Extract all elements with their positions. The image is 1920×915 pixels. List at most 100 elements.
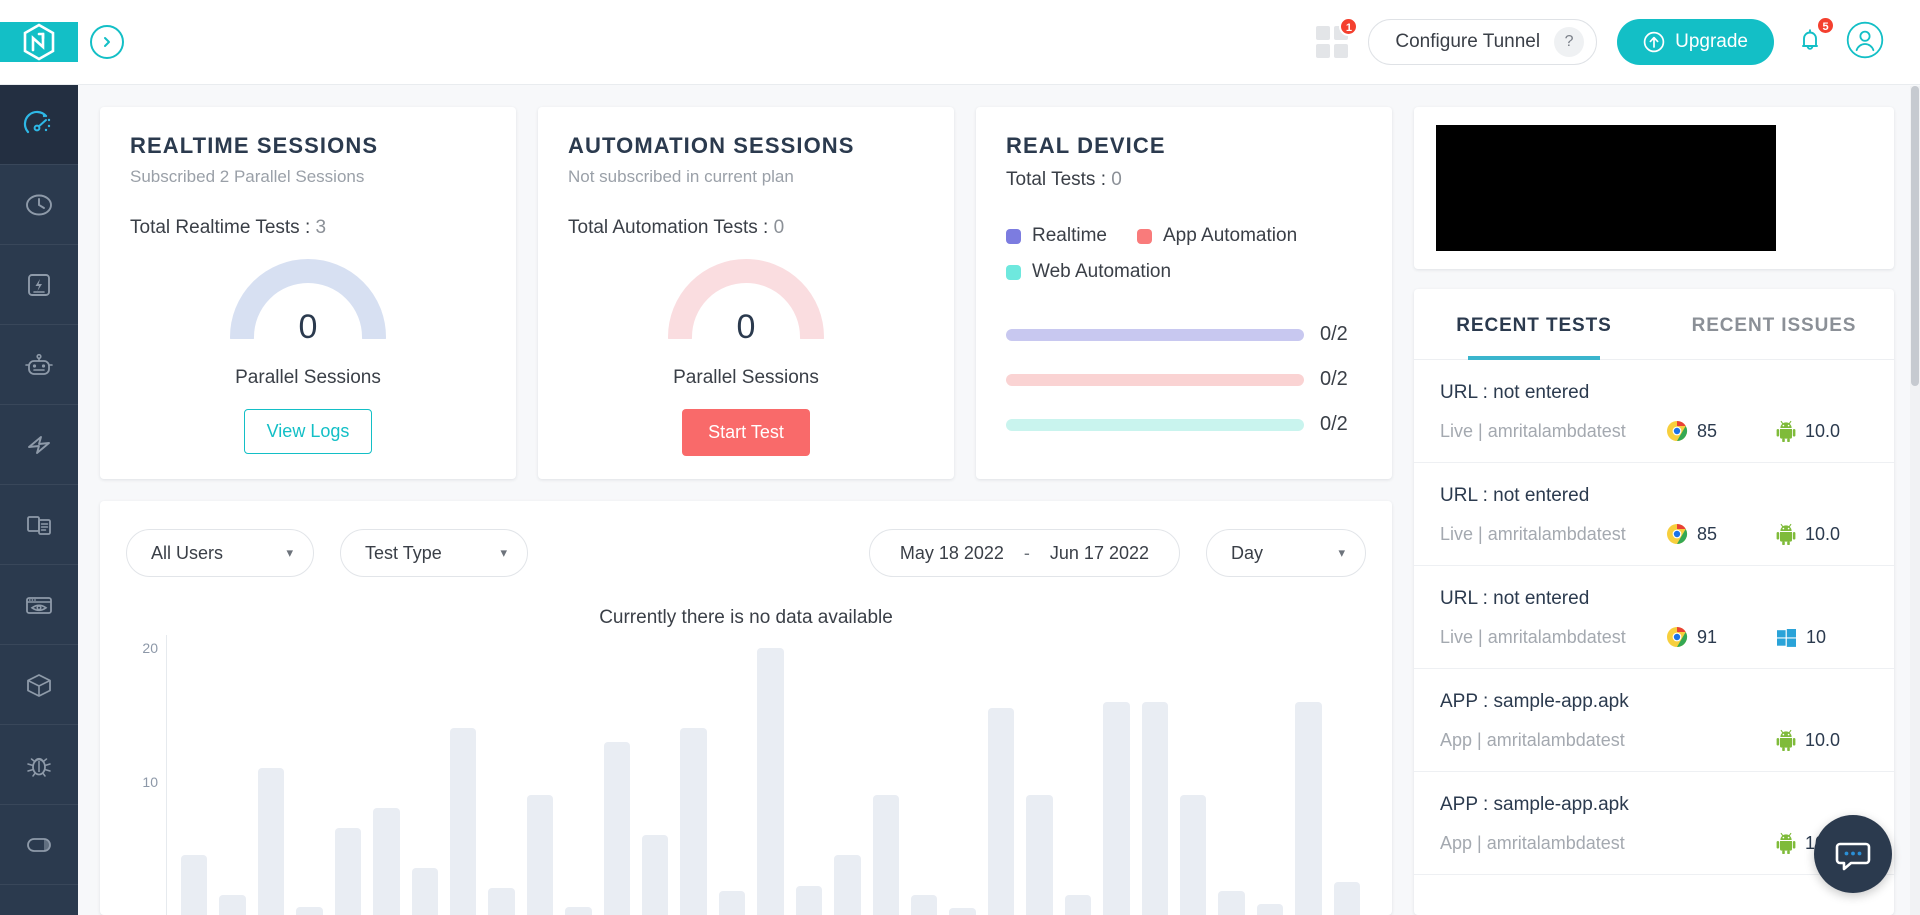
chart-bar[interactable]: [719, 891, 745, 915]
chart-bar[interactable]: [680, 728, 706, 915]
chart-bar[interactable]: [1026, 795, 1052, 915]
recent-test-os: 10.0: [1776, 420, 1868, 442]
date-range-picker[interactable]: May 18 2022 - Jun 17 2022: [869, 529, 1180, 577]
sidebar-item-visual-testing[interactable]: [0, 565, 78, 645]
android-icon: [1776, 523, 1796, 545]
chart-bar[interactable]: [1295, 702, 1321, 915]
chart-bar[interactable]: [335, 828, 361, 915]
chat-support-button[interactable]: [1814, 815, 1892, 893]
sidebar-item-automation[interactable]: [0, 325, 78, 405]
notifications-button[interactable]: 5: [1794, 24, 1826, 61]
chrome-icon: [1666, 523, 1688, 545]
recent-test-os: 10.0: [1776, 729, 1868, 751]
chart-bar[interactable]: [373, 808, 399, 915]
chart-bar[interactable]: [642, 835, 668, 915]
upgrade-button[interactable]: Upgrade: [1617, 19, 1774, 65]
users-filter-select[interactable]: All Users ▾: [126, 529, 314, 577]
legend-item-web-automation: Web Automation: [1006, 261, 1362, 283]
automation-gauge-label: Parallel Sessions: [673, 367, 819, 389]
legend-label-realtime: Realtime: [1032, 225, 1107, 247]
sidebar-item-history[interactable]: [0, 165, 78, 245]
recent-test-row[interactable]: URL : not enteredLive | amritalambdatest…: [1414, 566, 1894, 669]
sidebar-item-issues[interactable]: [0, 725, 78, 805]
legend-item-app-automation: App Automation: [1137, 225, 1297, 247]
chart-bar[interactable]: [527, 795, 553, 915]
chart-bar[interactable]: [757, 648, 783, 915]
realtime-card-title: REALTIME SESSIONS: [130, 133, 486, 159]
chart-bar[interactable]: [1142, 702, 1168, 915]
page-scrollbar[interactable]: [1910, 86, 1920, 915]
stats-row: REALTIME SESSIONS Subscribed 2 Parallel …: [100, 107, 1392, 479]
tunnel-help-icon[interactable]: ?: [1554, 27, 1584, 57]
chart-plot-area: 2010: [126, 635, 1366, 915]
user-avatar[interactable]: [1846, 21, 1884, 64]
chrome-icon: [1666, 626, 1688, 648]
start-test-button[interactable]: Start Test: [682, 409, 810, 456]
view-logs-button[interactable]: View Logs: [244, 409, 373, 454]
chart-bar[interactable]: [796, 886, 822, 915]
sidebar-item-smart-ui[interactable]: [0, 805, 78, 885]
sidebar-collapse-toggle[interactable]: [90, 25, 124, 59]
tab-recent-tests[interactable]: RECENT TESTS: [1414, 289, 1654, 359]
sidebar-item-realtime[interactable]: [0, 245, 78, 325]
chart-bar[interactable]: [1065, 895, 1091, 915]
chart-bar[interactable]: [1257, 904, 1283, 915]
recent-test-row[interactable]: URL : not enteredLive | amritalambdatest…: [1414, 360, 1894, 463]
chart-bar[interactable]: [1103, 702, 1129, 915]
apps-grid-button[interactable]: 1: [1316, 26, 1348, 58]
granularity-select[interactable]: Day ▾: [1206, 529, 1366, 577]
configure-tunnel-button[interactable]: Configure Tunnel ?: [1368, 19, 1597, 65]
automation-gauge: 0: [666, 253, 826, 339]
chart-bar[interactable]: [181, 855, 207, 915]
legend-dot-app-automation: [1137, 229, 1152, 244]
chart-bar[interactable]: [488, 888, 514, 915]
left-sidebar: [0, 85, 78, 915]
recent-panel-card: RECENT TESTS RECENT ISSUES URL : not ent…: [1414, 289, 1894, 915]
speedometer-icon: [22, 108, 56, 142]
page-scrollbar-thumb[interactable]: [1911, 86, 1919, 386]
chart-bar[interactable]: [565, 907, 591, 915]
realtime-gauge-wrap: 0 Parallel Sessions View Logs: [130, 253, 486, 454]
chart-bar[interactable]: [988, 708, 1014, 915]
real-device-total-value: 0: [1111, 169, 1122, 190]
chart-bar[interactable]: [219, 895, 245, 915]
chart-bar[interactable]: [1180, 795, 1206, 915]
automation-gauge-value: 0: [666, 308, 826, 347]
recent-test-row[interactable]: URL : not enteredLive | amritalambdatest…: [1414, 463, 1894, 566]
tab-recent-issues[interactable]: RECENT ISSUES: [1654, 289, 1894, 359]
chart-bar[interactable]: [412, 868, 438, 915]
real-device-legend: Realtime App Automation Web Automation: [1006, 225, 1362, 283]
chart-bar[interactable]: [834, 855, 860, 915]
sidebar-item-hyperexecute[interactable]: [0, 405, 78, 485]
test-type-filter-select[interactable]: Test Type ▾: [340, 529, 528, 577]
chart-bar[interactable]: [949, 908, 975, 915]
chart-bar[interactable]: [911, 895, 937, 915]
configure-tunnel-label: Configure Tunnel: [1395, 31, 1540, 53]
sidebar-item-integrations[interactable]: [0, 645, 78, 725]
chart-bar[interactable]: [1334, 882, 1360, 915]
chart-bar[interactable]: [604, 742, 630, 915]
recent-test-row[interactable]: APP : sample-app.apkApp | amritalambdate…: [1414, 669, 1894, 772]
date-range-separator: -: [1024, 543, 1030, 564]
chart-bar[interactable]: [258, 768, 284, 915]
chevron-down-icon: ▾: [286, 545, 293, 561]
sidebar-item-projects[interactable]: [0, 885, 78, 915]
recent-test-os: 10: [1776, 627, 1868, 648]
chart-bar[interactable]: [1218, 891, 1244, 915]
lambdatest-logo[interactable]: [0, 22, 78, 62]
recent-test-browser: 85: [1666, 420, 1776, 442]
chart-bar[interactable]: [450, 728, 476, 915]
chevron-down-icon: ▾: [500, 545, 507, 561]
video-thumbnail[interactable]: [1436, 125, 1776, 251]
chart-bar[interactable]: [873, 795, 899, 915]
apps-grid-badge: 1: [1339, 17, 1358, 36]
avatar-icon: [1846, 21, 1884, 59]
recent-test-owner: Live | amritalambdatest: [1440, 627, 1666, 648]
promo-video-card[interactable]: [1414, 107, 1894, 269]
chart-bar[interactable]: [296, 907, 322, 915]
sidebar-item-test-logs[interactable]: [0, 485, 78, 565]
legend-dot-realtime: [1006, 229, 1021, 244]
bar-count-app-automation: 0/2: [1320, 368, 1362, 391]
upgrade-label: Upgrade: [1675, 31, 1748, 53]
sidebar-item-dashboard[interactable]: [0, 85, 78, 165]
